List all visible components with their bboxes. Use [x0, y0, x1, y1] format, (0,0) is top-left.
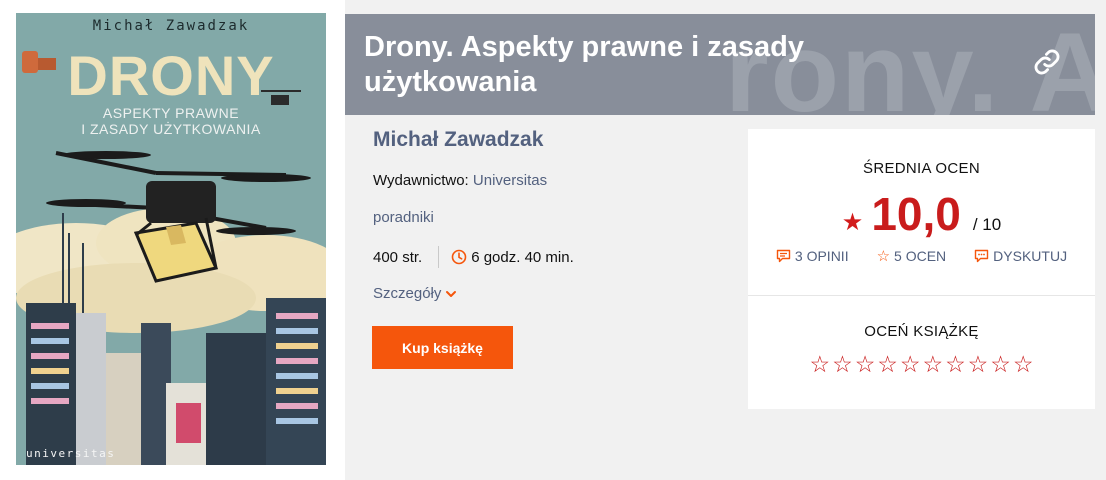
- rate-star-3[interactable]: ☆: [854, 351, 877, 377]
- star-outline-icon: ☆: [876, 248, 891, 265]
- publisher-label: Wydawnictwo:: [373, 172, 469, 189]
- discuss-link[interactable]: DYSKUTUJ: [974, 247, 1067, 265]
- chevron-down-icon: [446, 290, 457, 297]
- cover-publisher: universitas: [26, 447, 116, 460]
- category-row: poradniki: [373, 209, 434, 226]
- average-rating: ★ 10,0 / 10: [748, 187, 1095, 241]
- rate-star-6[interactable]: ☆: [922, 351, 945, 377]
- book-cover[interactable]: Michał Zawadzak DRONY ASPEKTY PRAWNE I Z…: [16, 13, 326, 465]
- publisher-link[interactable]: Universitas: [473, 172, 547, 189]
- opinions-link[interactable]: 3 OPINII: [776, 247, 849, 265]
- rate-star-7[interactable]: ☆: [944, 351, 967, 377]
- cover-title: DRONY: [67, 44, 275, 107]
- rate-book-label: OCEŃ KSIĄŻKĘ: [864, 323, 979, 340]
- rate-star-9[interactable]: ☆: [989, 351, 1012, 377]
- average-rating-max: / 10: [972, 215, 1002, 234]
- rate-star-10[interactable]: ☆: [1012, 351, 1035, 377]
- opinions-count: 3 OPINII: [794, 248, 849, 264]
- rate-star-1[interactable]: ☆: [809, 351, 832, 377]
- clock-icon: [451, 249, 467, 265]
- rate-star-5[interactable]: ☆: [899, 351, 922, 377]
- author-link[interactable]: Michał Zawadzak: [373, 128, 733, 152]
- divider: [748, 295, 1095, 296]
- book-info: Michał Zawadzak Wydawnictwo: Universitas…: [372, 128, 733, 369]
- rating-stats: 3 OPINII ☆ 5 OCEN DYSKUTUJ: [748, 247, 1095, 265]
- rate-star-2[interactable]: ☆: [831, 351, 854, 377]
- rate-star-4[interactable]: ☆: [876, 351, 899, 377]
- discuss-label: DYSKUTUJ: [993, 248, 1068, 264]
- title-bar: rony. Aspe Drony. Aspekty prawne i zasad…: [345, 14, 1095, 115]
- page-count: 400 str.: [373, 248, 423, 266]
- cover-panel: Michał Zawadzak DRONY ASPEKTY PRAWNE I Z…: [0, 0, 345, 480]
- reading-time: 6 godz. 40 min.: [471, 248, 574, 266]
- cover-author: Michał Zawadzak: [92, 18, 250, 34]
- cover-subtitle: ASPEKTY PRAWNE I ZASADY UŻYTKOWANIA: [81, 105, 261, 137]
- publisher-row: Wydawnictwo: Universitas: [373, 172, 547, 189]
- average-rating-value: 10,0: [871, 188, 961, 240]
- star-icon: ★: [841, 209, 864, 236]
- ratings-link[interactable]: ☆ 5 OCEN: [877, 247, 947, 265]
- details-link[interactable]: Szczegóły: [373, 285, 441, 302]
- meta-divider: [438, 246, 440, 268]
- link-icon[interactable]: [1033, 48, 1061, 76]
- chat-icon: [974, 249, 989, 263]
- details-toggle[interactable]: Szczegóły: [373, 285, 457, 302]
- meta-row: 400 str. 6 godz. 40 min.: [373, 246, 574, 268]
- ratings-count: 5 OCEN: [894, 248, 947, 264]
- rate-stars: ☆ ☆ ☆ ☆ ☆ ☆ ☆ ☆ ☆ ☆: [748, 351, 1095, 377]
- rating-box: ŚREDNIA OCEN ★ 10,0 / 10 3 OPINII ☆ 5 OC…: [748, 129, 1095, 409]
- buy-book-button[interactable]: Kup książkę: [372, 326, 513, 369]
- rate-star-8[interactable]: ☆: [967, 351, 990, 377]
- category-link[interactable]: poradniki: [373, 209, 434, 226]
- comment-icon: [776, 249, 791, 263]
- average-rating-label: ŚREDNIA OCEN: [863, 160, 980, 177]
- page-title: Drony. Aspekty prawne i zasady użytkowan…: [364, 31, 804, 98]
